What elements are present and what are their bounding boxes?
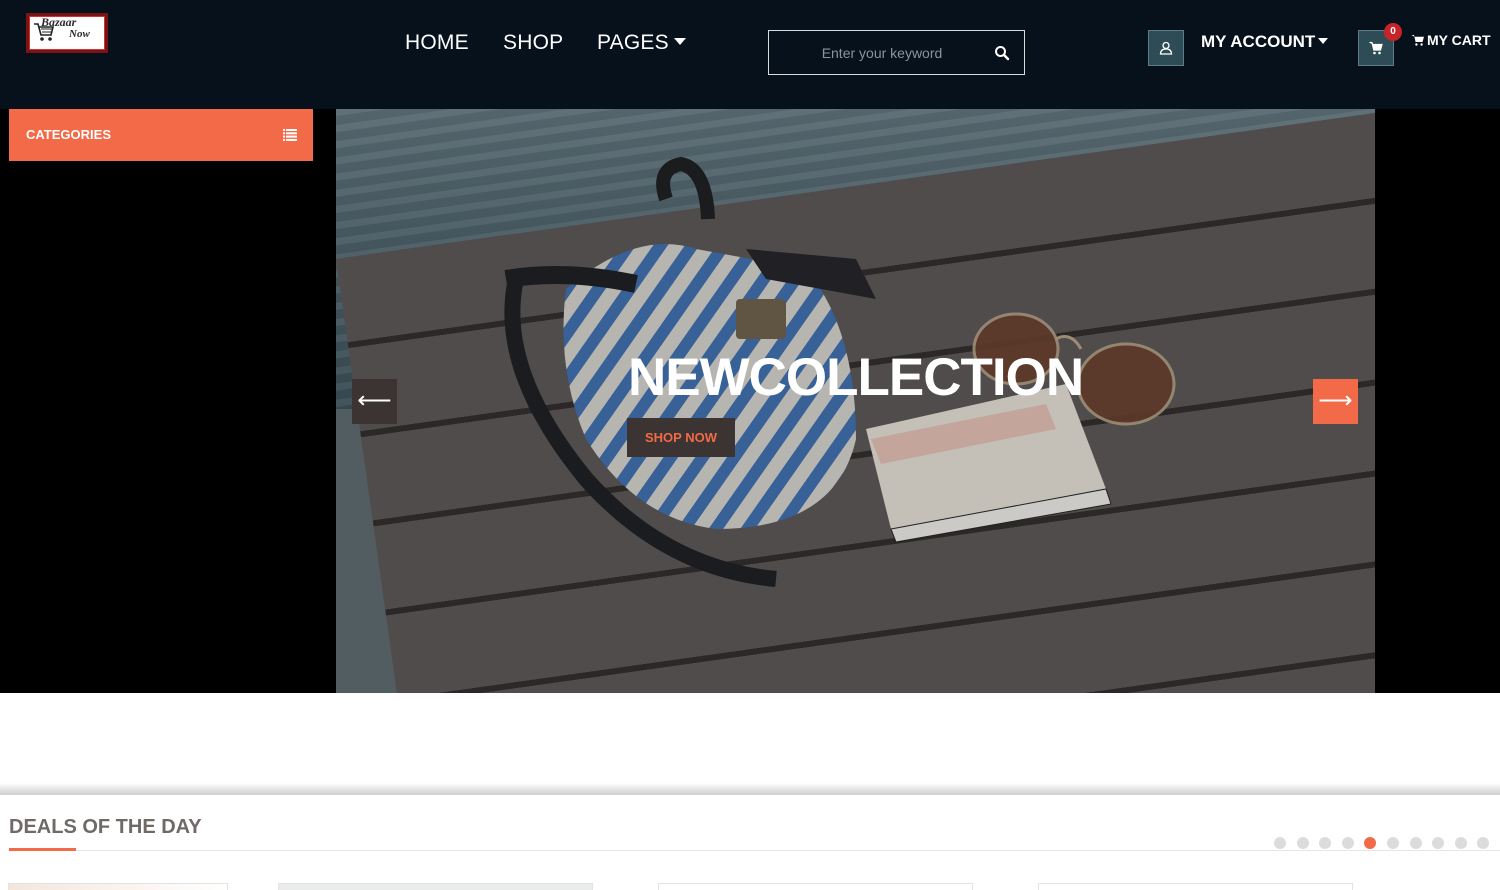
carousel-dot[interactable]: [1454, 837, 1467, 849]
deal-product-card[interactable]: [1038, 883, 1353, 890]
my-cart-label: MY CART: [1427, 32, 1491, 48]
slide-title: NEWCOLLECTION: [628, 348, 1084, 407]
carousel-dot[interactable]: [1432, 837, 1445, 849]
deals-section-title: DEALS OF THE DAY: [9, 816, 202, 838]
search-icon[interactable]: [994, 45, 1010, 61]
cart-count-badge: 0: [1384, 23, 1402, 41]
user-button[interactable]: [1148, 30, 1184, 66]
search-box: [768, 30, 1025, 75]
carousel-dot[interactable]: [1319, 837, 1332, 849]
site-header: Bazaar Now HOME SHOP PAGES MY ACCOUNT 0 …: [0, 0, 1500, 109]
nav-home[interactable]: HOME: [405, 31, 469, 57]
deals-header-rule: [76, 850, 1500, 851]
user-icon: [1159, 41, 1173, 55]
logo-text-secondary: Now: [69, 28, 90, 40]
nav-shop-label: SHOP: [503, 31, 564, 54]
list-menu-icon: [283, 129, 297, 141]
my-account-label: MY ACCOUNT: [1201, 32, 1316, 51]
nav-shop[interactable]: SHOP: [503, 31, 563, 57]
nav-pages-dropdown[interactable]: PAGES: [597, 31, 686, 57]
site-logo[interactable]: Bazaar Now: [26, 13, 108, 53]
carousel-dot[interactable]: [1387, 837, 1399, 849]
caret-down-icon: [673, 38, 686, 46]
caret-down-icon: [1318, 38, 1329, 45]
cart-icon: [1411, 35, 1424, 46]
deal-product-card[interactable]: [278, 883, 593, 890]
arrow-right-icon: ⟶: [1318, 387, 1353, 414]
deal-product-card[interactable]: [658, 883, 973, 890]
categories-label: CATEGORIES: [26, 127, 111, 142]
logo-text-primary: Bazaar: [41, 15, 77, 29]
my-cart-link[interactable]: MY CART: [1411, 32, 1491, 48]
deal-product-card[interactable]: [8, 883, 228, 890]
section-divider: [0, 783, 1500, 795]
cart-icon: [1369, 41, 1383, 55]
search-input[interactable]: [769, 31, 989, 74]
slider-prev-button[interactable]: ⟵: [352, 379, 397, 424]
carousel-dot[interactable]: [1364, 837, 1377, 849]
slider-next-button[interactable]: ⟶: [1313, 379, 1358, 424]
carousel-dot[interactable]: [1274, 837, 1286, 849]
carousel-dot[interactable]: [1296, 837, 1309, 849]
carousel-dot[interactable]: [1409, 837, 1422, 849]
deals-title-underline: [9, 848, 76, 851]
carousel-dot[interactable]: [1477, 837, 1490, 849]
shop-now-button[interactable]: SHOP NOW: [627, 418, 735, 457]
arrow-left-icon: ⟵: [357, 387, 392, 414]
deals-carousel-dots: [1274, 837, 1494, 849]
categories-menu-button[interactable]: CATEGORIES: [9, 109, 313, 161]
nav-home-label: HOME: [405, 31, 469, 54]
carousel-dot[interactable]: [1341, 837, 1354, 849]
my-account-dropdown[interactable]: MY ACCOUNT: [1201, 32, 1329, 52]
nav-pages-label: PAGES: [597, 31, 669, 54]
